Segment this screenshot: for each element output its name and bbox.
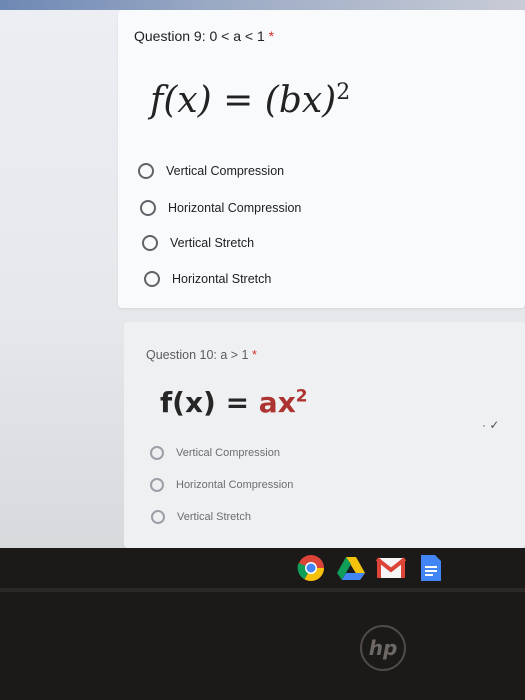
option-label: Horizontal Compression: [176, 479, 294, 491]
hp-logo: hp: [360, 625, 406, 671]
browser-top-strip: [0, 0, 525, 10]
q10-option-horizontal-compression[interactable]: Horizontal Compression: [150, 478, 293, 492]
option-label: Vertical Compression: [176, 447, 280, 459]
question-9-formula: f(x) = (bx)2: [150, 80, 351, 121]
q10-option-vertical-stretch[interactable]: Vertical Stretch: [151, 510, 251, 524]
pen-mark-icon: · ✓: [482, 418, 500, 432]
option-label: Vertical Stretch: [170, 236, 255, 250]
laptop-bezel: [0, 588, 525, 592]
radio-button[interactable]: [140, 200, 156, 216]
question-10-card: Question 10: a > 1 * f(x) = ax2 · ✓ Vert…: [124, 322, 525, 548]
drive-icon[interactable]: [336, 553, 366, 583]
q9-option-vertical-stretch[interactable]: Vertical Stretch: [142, 235, 254, 251]
question-9-card: Question 9: 0 < a < 1 * f(x) = (bx)2 Ver…: [118, 10, 525, 308]
required-mark: *: [268, 28, 275, 44]
option-label: Horizontal Compression: [168, 201, 302, 215]
question-10-formula: f(x) = ax2: [160, 386, 308, 419]
radio-button[interactable]: [150, 446, 164, 460]
screen: Question 9: 0 < a < 1 * f(x) = (bx)2 Ver…: [0, 0, 525, 548]
taskbar-shelf: [296, 553, 446, 583]
question-9-title: Question 9: 0 < a < 1 *: [134, 28, 275, 44]
radio-button[interactable]: [151, 510, 165, 524]
gmail-icon[interactable]: [376, 553, 406, 583]
radio-button[interactable]: [150, 478, 164, 492]
radio-button[interactable]: [144, 271, 160, 287]
q9-option-horizontal-stretch[interactable]: Horizontal Stretch: [144, 271, 271, 287]
question-10-title: Question 10: a > 1 *: [146, 348, 257, 362]
docs-icon[interactable]: [416, 553, 446, 583]
required-mark: *: [252, 348, 257, 362]
chrome-icon[interactable]: [296, 553, 326, 583]
option-label: Vertical Stretch: [177, 511, 251, 523]
q9-option-horizontal-compression[interactable]: Horizontal Compression: [140, 200, 301, 216]
option-label: Horizontal Stretch: [172, 272, 272, 286]
option-label: Vertical Compression: [166, 164, 285, 178]
radio-button[interactable]: [138, 163, 154, 179]
q10-option-vertical-compression[interactable]: Vertical Compression: [150, 446, 280, 460]
q9-option-vertical-compression[interactable]: Vertical Compression: [138, 163, 284, 179]
radio-button[interactable]: [142, 235, 158, 251]
